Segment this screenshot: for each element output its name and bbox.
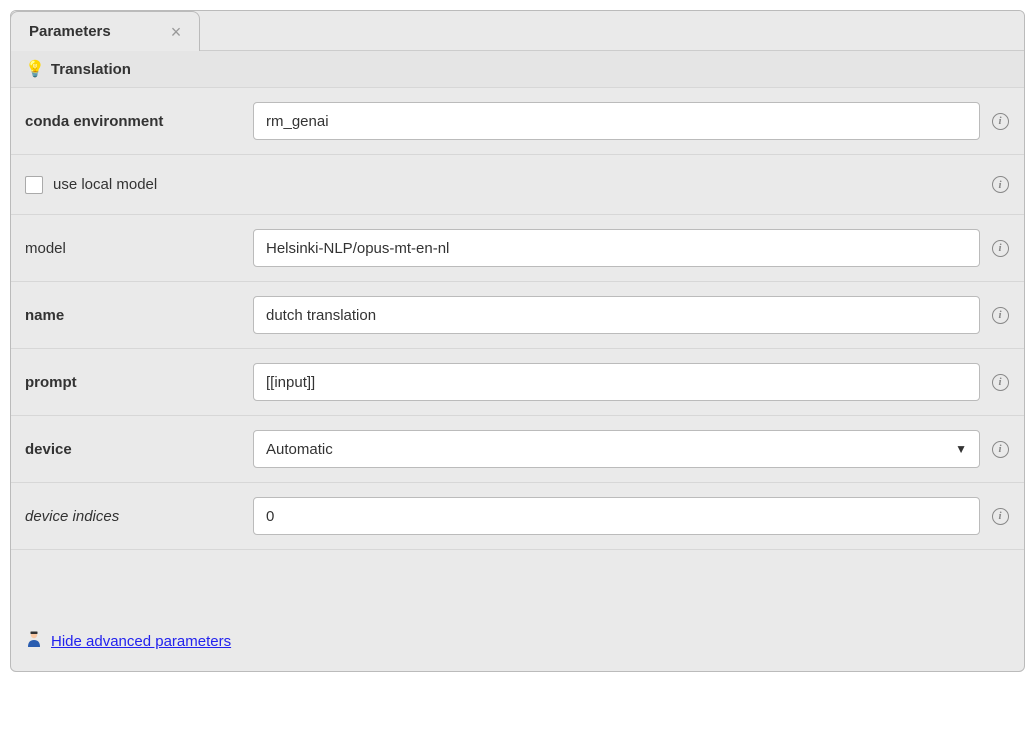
value-device: Automatic — [266, 441, 333, 458]
label-wrap-use-local-model: use local model — [25, 176, 253, 194]
row-device-indices: device indices 0 i — [11, 483, 1024, 550]
value-device-indices: 0 — [266, 508, 274, 525]
info-icon[interactable]: i — [992, 113, 1009, 130]
label-device-indices: device indices — [25, 508, 253, 525]
label-use-local-model: use local model — [53, 176, 157, 193]
subheader: 💡 Translation — [11, 51, 1024, 88]
info-icon[interactable]: i — [992, 374, 1009, 391]
operator-title: Translation — [51, 61, 131, 78]
value-name: dutch translation — [266, 307, 376, 324]
info-icon[interactable]: i — [992, 176, 1009, 193]
row-name: name dutch translation i — [11, 282, 1024, 349]
checkbox-use-local-model[interactable] — [25, 176, 43, 194]
value-conda-environment: rm_genai — [266, 113, 329, 130]
label-model: model — [25, 240, 253, 257]
value-model: Helsinki-NLP/opus-mt-en-nl — [266, 240, 449, 257]
input-name[interactable]: dutch translation — [253, 296, 980, 334]
panel-footer: Hide advanced parameters — [11, 550, 1024, 671]
label-device: device — [25, 441, 253, 458]
select-device[interactable]: Automatic ▼ — [253, 430, 980, 468]
label-prompt: prompt — [25, 374, 253, 391]
label-conda-environment: conda environment — [25, 113, 253, 130]
tab-parameters[interactable]: Parameters × — [10, 11, 200, 51]
input-model[interactable]: Helsinki-NLP/opus-mt-en-nl — [253, 229, 980, 267]
row-conda-environment: conda environment rm_genai i — [11, 88, 1024, 155]
row-prompt: prompt [[input]] i — [11, 349, 1024, 416]
parameter-rows: conda environment rm_genai i use local m… — [11, 88, 1024, 550]
label-name: name — [25, 307, 253, 324]
parameters-panel: Parameters × 💡 Translation conda environ… — [10, 10, 1025, 672]
info-icon[interactable]: i — [992, 441, 1009, 458]
input-conda-environment[interactable]: rm_genai — [253, 102, 980, 140]
chevron-down-icon: ▼ — [955, 442, 967, 456]
info-icon[interactable]: i — [992, 307, 1009, 324]
row-device: device Automatic ▼ i — [11, 416, 1024, 483]
close-icon[interactable]: × — [171, 23, 182, 41]
value-prompt: [[input]] — [266, 374, 315, 391]
row-model: model Helsinki-NLP/opus-mt-en-nl i — [11, 215, 1024, 282]
input-prompt[interactable]: [[input]] — [253, 363, 980, 401]
user-icon — [25, 630, 43, 653]
input-device-indices[interactable]: 0 — [253, 497, 980, 535]
info-icon[interactable]: i — [992, 508, 1009, 525]
tab-title: Parameters — [29, 23, 111, 40]
lightbulb-icon: 💡 — [25, 59, 45, 79]
row-use-local-model: use local model i — [11, 155, 1024, 215]
tab-strip: Parameters × — [11, 11, 1024, 51]
hide-advanced-link[interactable]: Hide advanced parameters — [51, 633, 231, 650]
info-icon[interactable]: i — [992, 240, 1009, 257]
